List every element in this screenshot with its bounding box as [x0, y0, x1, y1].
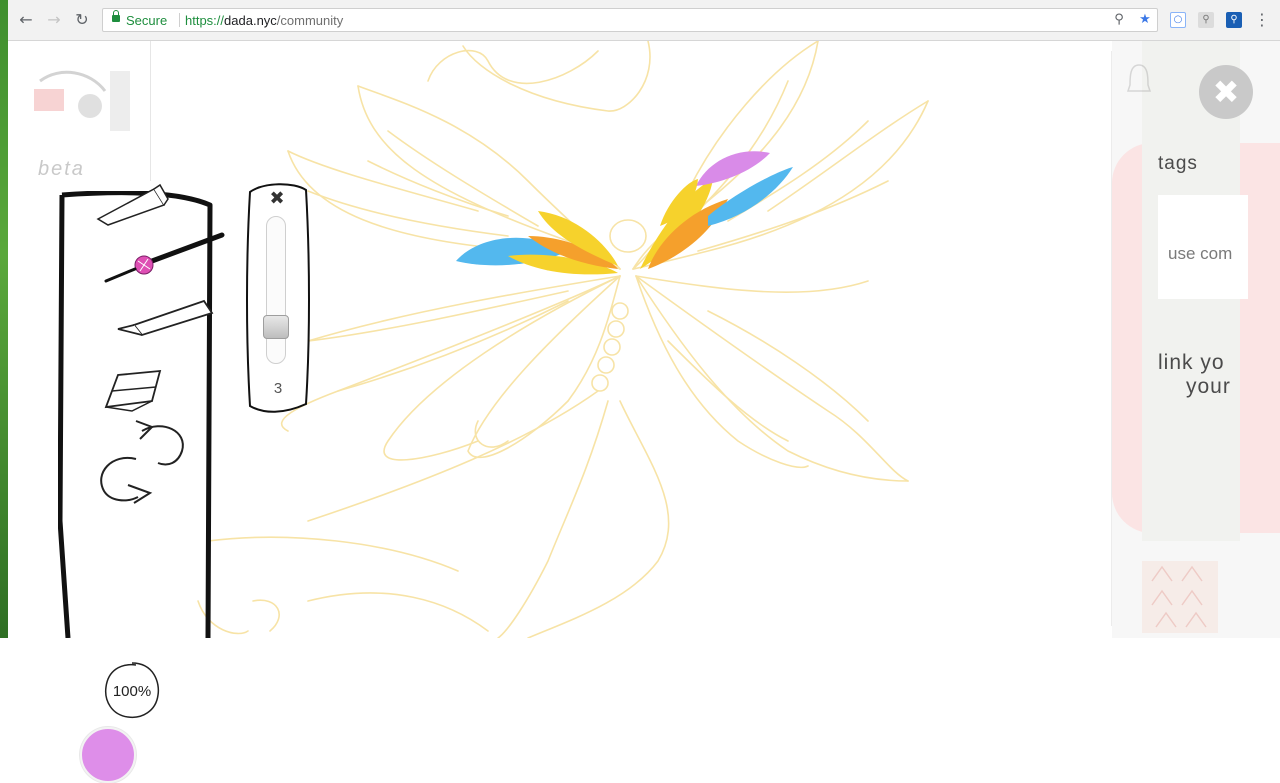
- desktop-background: [0, 0, 8, 638]
- zoom-level-button[interactable]: 100%: [104, 663, 160, 721]
- panel-close-button[interactable]: ✖: [1199, 65, 1253, 119]
- tags-label: tags: [1158, 153, 1198, 174]
- link-text-line-2: your: [1186, 375, 1231, 398]
- logo-divider: [150, 41, 151, 181]
- url-host: dada.nyc: [224, 13, 277, 28]
- url-path: /community: [276, 13, 344, 28]
- back-button[interactable]: ←: [16, 10, 36, 30]
- address-separator: [179, 13, 180, 27]
- forward-button[interactable]: →: [44, 10, 64, 30]
- forward-arrow-icon: →: [47, 10, 61, 29]
- address-bar[interactable]: Secure https://dada.nyc/community ⚲ ★: [102, 8, 1158, 32]
- side-panel-thumbnail: [1142, 561, 1218, 633]
- brush-size-value: 3: [273, 380, 283, 397]
- site-logo: [34, 70, 130, 131]
- secure-label: Secure: [126, 13, 168, 28]
- tags-input[interactable]: [1158, 195, 1248, 299]
- eraser-tool-button[interactable]: [102, 367, 166, 415]
- marker-icon: [117, 299, 214, 337]
- reload-button[interactable]: ↻: [72, 10, 92, 30]
- star-icon[interactable]: ★: [1137, 12, 1153, 28]
- extension-icon-1[interactable]: ○: [1170, 12, 1186, 28]
- link-text-line-1: link yo: [1158, 351, 1225, 374]
- pencil-tool-button[interactable]: [94, 183, 174, 229]
- pencil-icon: [96, 183, 169, 226]
- extension-icon-2[interactable]: ⚲: [1198, 12, 1214, 28]
- tool-palette: 100%: [58, 183, 228, 783]
- brush-tool-button[interactable]: [104, 227, 228, 293]
- back-arrow-icon: ←: [19, 10, 33, 29]
- undo-icon: [100, 456, 153, 504]
- menu-button[interactable]: ⋮: [1252, 10, 1272, 30]
- page-content: beta 100% ✖ 3 tags use com link yo your …: [8, 41, 1280, 783]
- close-icon: ✖: [269, 188, 285, 209]
- link-account-text[interactable]: link yo your: [1158, 351, 1248, 399]
- magnifier-icon[interactable]: ⚲: [1111, 12, 1127, 28]
- side-panel: tags link yo your: [1112, 41, 1280, 638]
- extension-icon-3[interactable]: ⚲: [1226, 12, 1242, 28]
- url-scheme: https://: [185, 13, 225, 28]
- bell-icon: [1126, 64, 1152, 92]
- brush-icon: [104, 232, 225, 283]
- marker-tool-button[interactable]: [114, 295, 218, 339]
- color-picker-swatch[interactable]: [80, 727, 136, 783]
- undo-button[interactable]: [92, 453, 154, 505]
- brush-size-close-button[interactable]: ✖: [266, 188, 288, 210]
- url-text[interactable]: https://dada.nyc/community: [185, 13, 343, 28]
- browser-toolbar: ← → ↻ Secure https://dada.nyc/community …: [8, 0, 1280, 41]
- brush-size-slider-track[interactable]: [266, 216, 286, 364]
- reload-icon: ↻: [75, 10, 89, 29]
- beta-label: beta: [38, 158, 85, 180]
- eraser-icon: [104, 369, 162, 412]
- lock-icon: [112, 10, 120, 22]
- brush-size-panel: ✖ 3: [244, 180, 312, 416]
- close-icon: ✖: [1212, 73, 1240, 111]
- kebab-menu-icon: ⋮: [1254, 10, 1270, 29]
- brush-size-slider-thumb[interactable]: [263, 315, 289, 340]
